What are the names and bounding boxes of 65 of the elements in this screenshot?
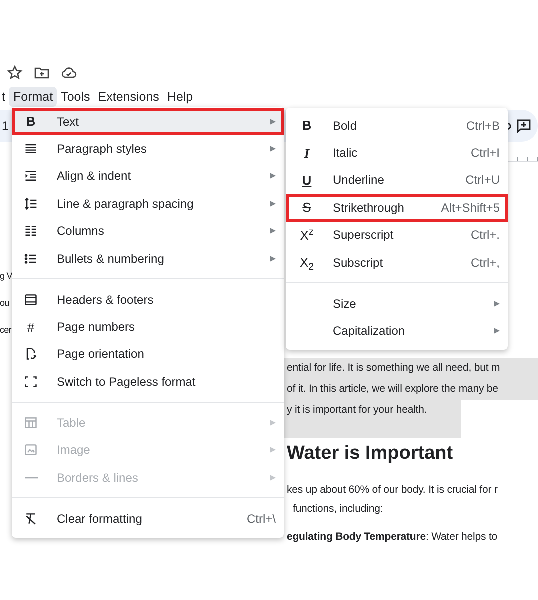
selected-text-line: of it. In this article, we will explore the many be xyxy=(287,382,500,397)
menu-item[interactable]: I Italic Ctrl+I xyxy=(286,139,508,167)
header-footer-icon xyxy=(24,292,38,307)
clear-format-icon xyxy=(24,512,38,526)
menu-bar-item[interactable]: Tools xyxy=(57,86,94,108)
indent-icon xyxy=(24,169,38,184)
menu-item[interactable]: B Text xyxy=(12,108,284,136)
menu-item[interactable]: Line & paragraph spacing xyxy=(12,190,284,218)
columns-icon xyxy=(24,224,38,238)
selected-text-line: y it is important for your health. xyxy=(287,403,428,418)
table-icon xyxy=(24,416,38,430)
shortcut-text: Ctrl+B xyxy=(466,118,500,135)
star-icon[interactable] xyxy=(7,65,23,81)
menu-item[interactable]: Switch to Pageless format xyxy=(12,368,284,396)
text-fragment: ou xyxy=(0,297,10,310)
format-glyph: B xyxy=(301,119,313,132)
menu-item[interactable]: Align & indent xyxy=(12,162,284,190)
text-fragment: cer xyxy=(0,324,12,337)
shortcut-text: Ctrl+I xyxy=(470,145,500,162)
menu-bar-item[interactable]: Help xyxy=(163,86,198,108)
menu-bar-item[interactable]: Format xyxy=(9,86,58,108)
dashed-frame-icon xyxy=(24,374,38,389)
cloud-icon[interactable] xyxy=(61,65,77,81)
menu-item[interactable]: X$_{2}$ Subscript Ctrl+, xyxy=(286,248,508,276)
menu-item[interactable]: Bullets & numbering xyxy=(12,244,284,272)
menu-item[interactable]: Capitalization xyxy=(286,317,508,345)
menu-item[interactable]: X$^{z}$ Superscript Ctrl+. xyxy=(286,222,508,249)
add-comment-icon xyxy=(516,118,532,134)
menu-item[interactable]: S Strikethrough Alt+Shift+5 xyxy=(286,194,508,222)
paragraph-lines-icon xyxy=(24,142,38,156)
paragraph-line: functions, including: xyxy=(292,502,384,516)
menu-bar-item[interactable]: Extensions xyxy=(94,86,164,108)
shortcut-text: Ctrl+U xyxy=(466,172,500,190)
format-glyph: X$^{z}$ xyxy=(300,228,314,242)
paragraph-line: kes up about 60% of our body. It is crucial for r xyxy=(287,482,499,498)
menu-item[interactable]: U Underline Ctrl+U xyxy=(286,166,508,194)
menu-item[interactable]: Columns xyxy=(12,218,284,245)
image-icon xyxy=(24,443,38,458)
format-glyph: # xyxy=(26,320,36,334)
format-glyph: X$_{2}$ xyxy=(300,256,314,270)
list-item-text: egulating Body Temperature: Water helps to xyxy=(287,530,499,544)
format-glyph: B xyxy=(25,115,37,128)
folder-icon[interactable] xyxy=(34,65,50,81)
document-heading: Water is Important xyxy=(287,442,454,466)
menu-item[interactable]: # Page numbers xyxy=(12,313,284,341)
shortcut-text: Ctrl+\ xyxy=(246,510,276,528)
font-size-field[interactable]: 1 xyxy=(2,117,9,135)
line-spacing-icon xyxy=(24,196,38,211)
bullet-list-icon xyxy=(24,252,38,266)
menu-item[interactable]: Headers & footers xyxy=(12,286,284,314)
menu-bar-item[interactable]: t xyxy=(2,86,10,108)
page-rotate-icon xyxy=(24,347,38,362)
format-glyph: S xyxy=(302,201,312,214)
menu-item[interactable]: Page orientation xyxy=(12,340,284,368)
menu-item[interactable]: B Bold Ctrl+B xyxy=(286,112,508,140)
menu-item[interactable]: Paragraph styles xyxy=(12,135,284,163)
selected-text-line: ential for life. It is something we all need, but m xyxy=(287,361,502,376)
dash-icon xyxy=(24,476,38,479)
menu-item[interactable]: Size xyxy=(286,290,508,318)
format-glyph: U xyxy=(301,174,313,187)
format-glyph: I xyxy=(303,146,311,160)
shortcut-text: Ctrl+, xyxy=(470,254,500,272)
shortcut-text: Ctrl+. xyxy=(470,227,500,244)
menu-item[interactable]: Clear formatting Ctrl+\ xyxy=(12,504,284,532)
shortcut-text: Alt+Shift+5 xyxy=(441,200,500,217)
